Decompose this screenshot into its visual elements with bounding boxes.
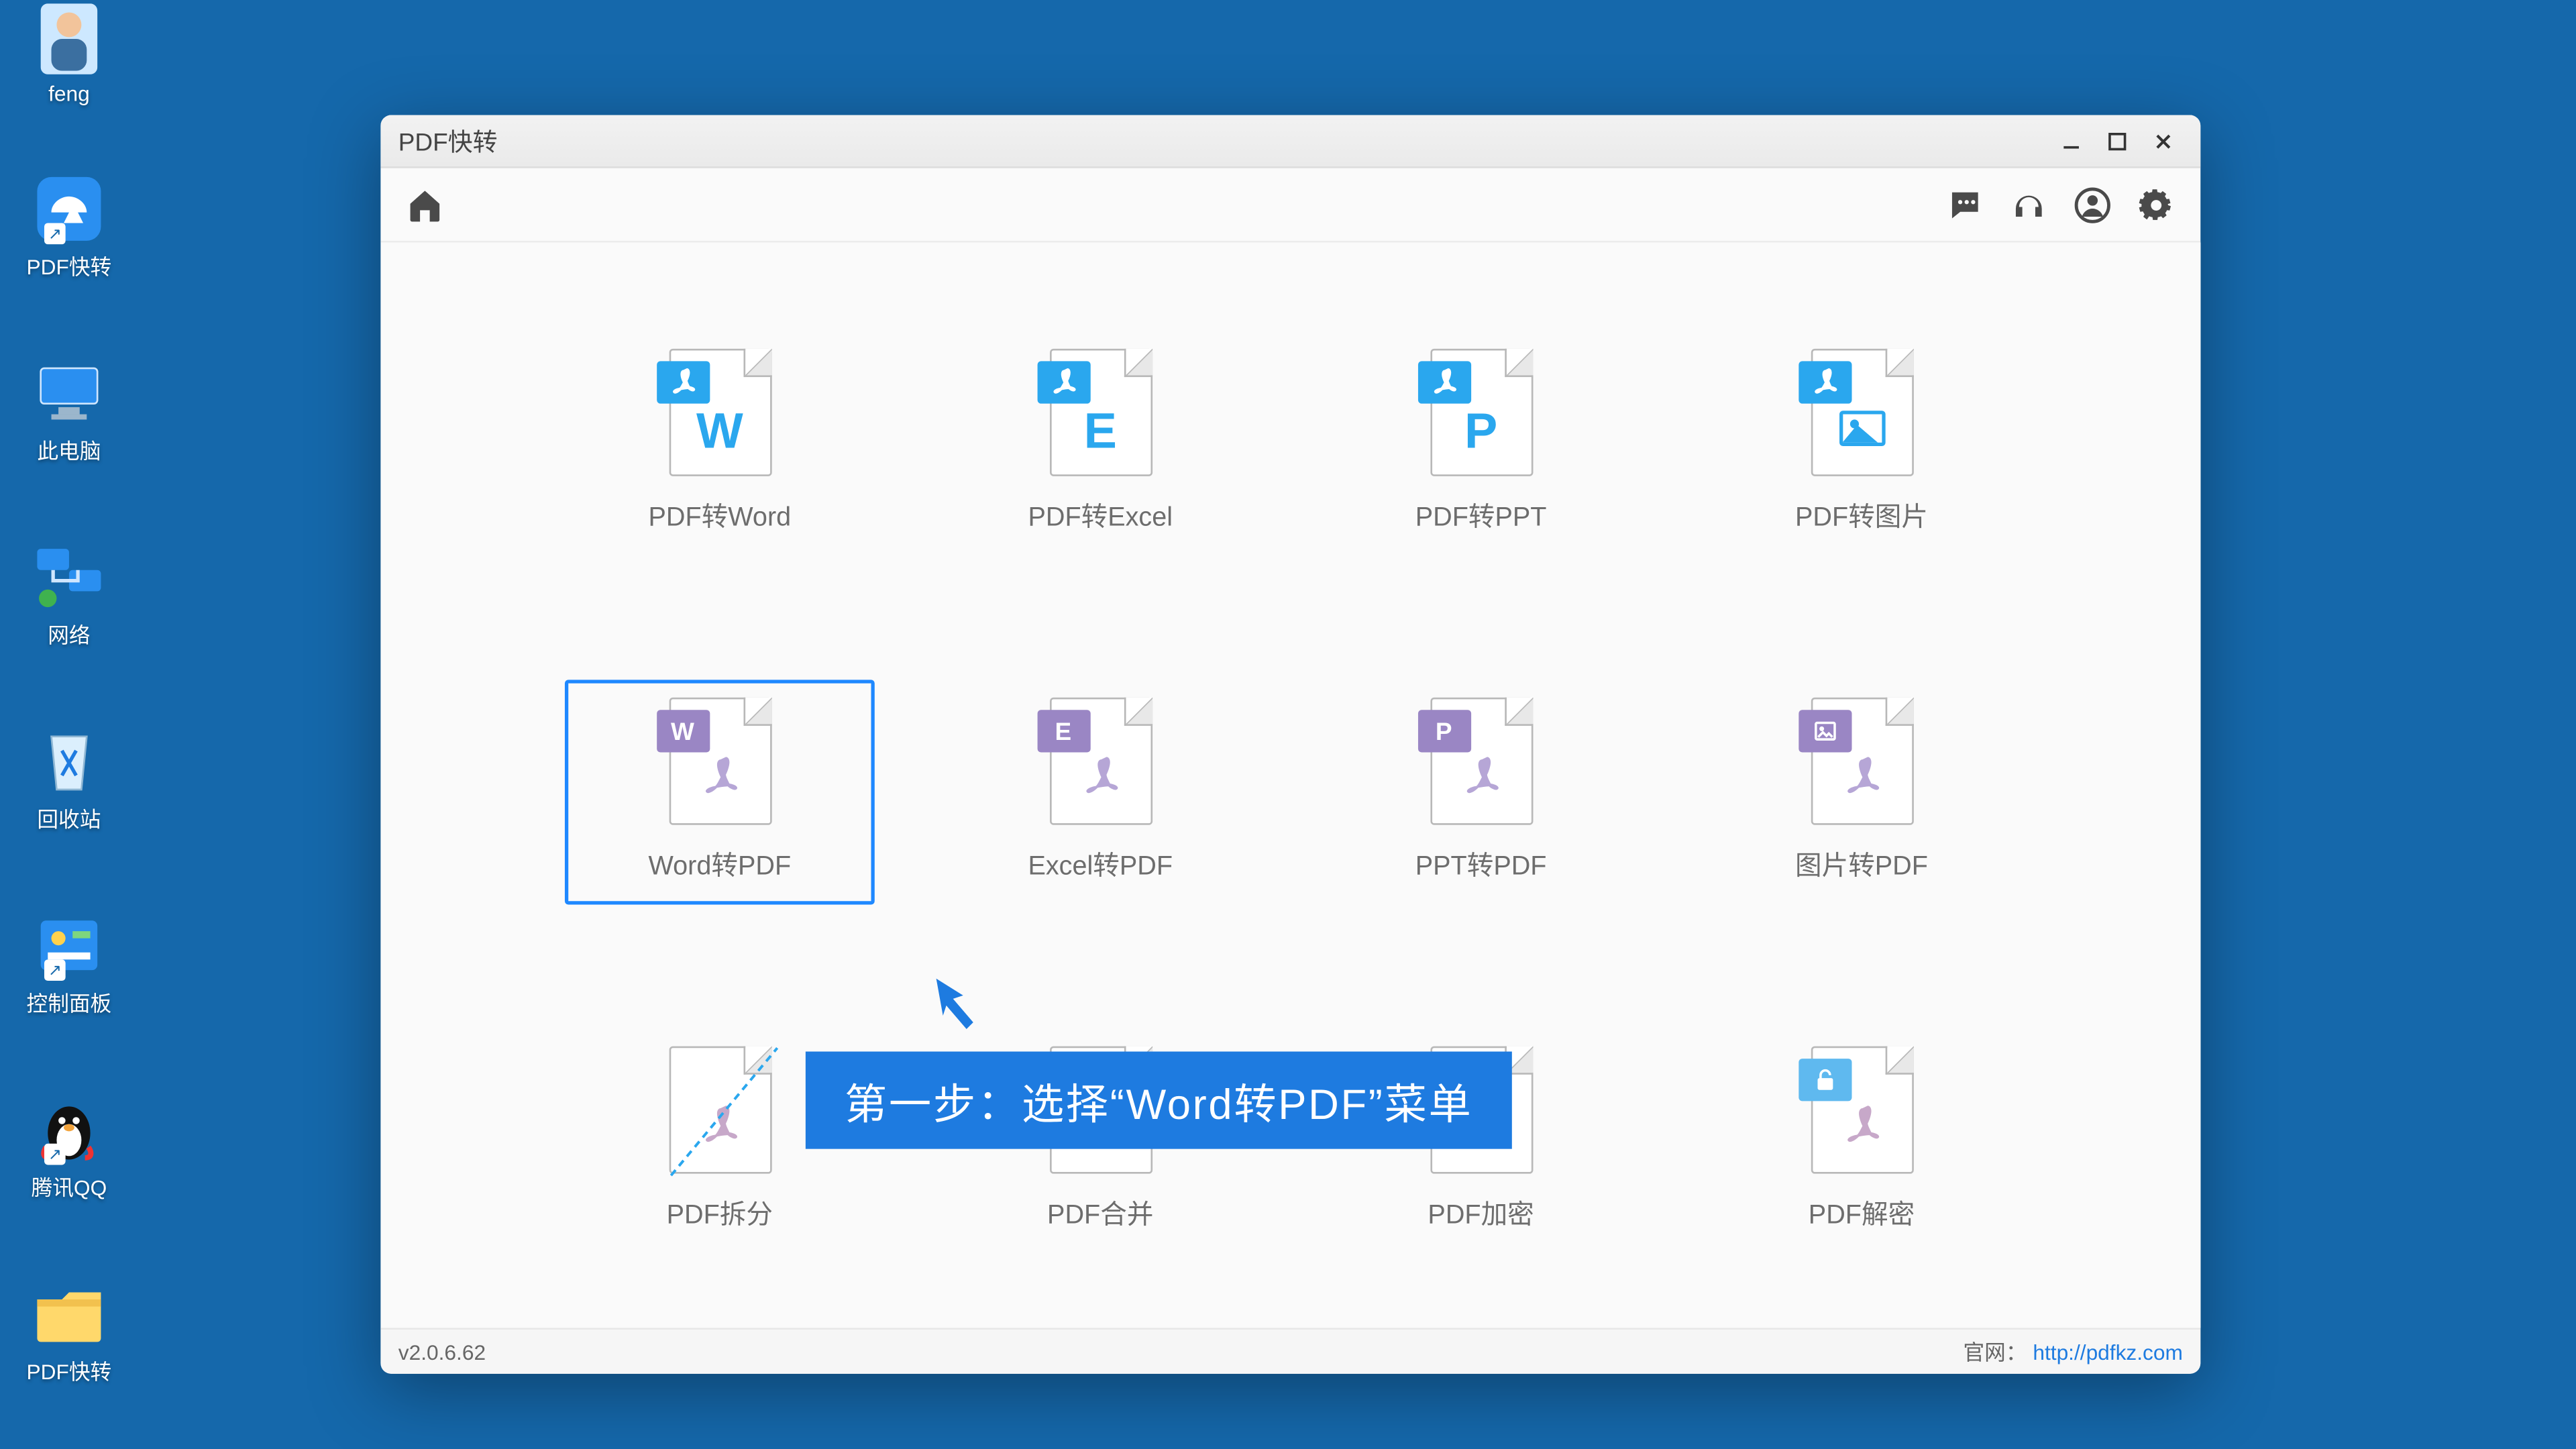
pdf-glyph-icon (698, 756, 741, 798)
file-icon (1810, 698, 1913, 825)
chat-icon[interactable] (1945, 185, 1984, 224)
tool-label: Excel转PDF (1028, 846, 1173, 883)
tool-label: PDF加密 (1428, 1195, 1534, 1232)
tool-pdf-decrypt[interactable]: PDF解密 (1707, 1028, 2017, 1253)
user-icon[interactable] (2073, 185, 2112, 224)
shortcut-badge-icon: ↗ (44, 959, 66, 981)
tool-pdf-split[interactable]: PDF拆分 (565, 1028, 875, 1253)
pdf-app-icon: ↗ (30, 174, 108, 245)
official-site: 官网： http://pdfkz.com (1963, 1336, 2182, 1366)
desktop-icon-label: PDF快转 (3, 252, 134, 282)
tool-label: PDF转PPT (1415, 498, 1547, 535)
tool-excel-to-pdf[interactable]: E Excel转PDF (945, 680, 1255, 904)
toolbar (380, 168, 2200, 243)
control-panel-icon: ↗ (30, 910, 108, 981)
pdf-tag-icon (1036, 361, 1089, 403)
file-icon (1810, 349, 1913, 476)
pdf-glyph-icon (1840, 756, 1882, 798)
tool-label: PDF转Word (648, 498, 791, 535)
desktop-icon-pdf-folder[interactable]: PDF快转 (3, 1278, 134, 1386)
letter-glyph: W (670, 404, 769, 460)
tool-pdf-to-word[interactable]: W PDF转Word (565, 331, 875, 555)
file-icon: E (1049, 349, 1152, 476)
network-icon (30, 542, 108, 613)
file-icon: P (1430, 698, 1532, 825)
desktop-icon-label: 网络 (3, 620, 134, 650)
tool-label: Word转PDF (648, 846, 791, 883)
desktop-icon-label: PDF快转 (3, 1356, 134, 1386)
pdf-glyph-icon (1840, 1105, 1882, 1147)
file-icon: ← (1049, 1046, 1152, 1174)
letter-glyph: P (1432, 404, 1531, 460)
pdf-tag-icon (656, 361, 709, 403)
pdf-glyph-icon (1079, 756, 1121, 798)
desktop-icon-pdf-app[interactable]: ↗ PDF快转 (3, 174, 134, 282)
statusbar: v2.0.6.62 官网： http://pdfkz.com (380, 1328, 2200, 1374)
file-icon: W (668, 698, 771, 825)
merge-arrow-icon: ← (1139, 1116, 1171, 1152)
file-icon: E (1049, 698, 1152, 825)
tool-pdf-to-image[interactable]: PDF转图片 (1707, 331, 2017, 555)
tool-pdf-merge[interactable]: ← PDF合并 (945, 1028, 1255, 1253)
desktop-icon-qq[interactable]: ↗ 腾讯QQ (3, 1094, 134, 1202)
qq-penguin-icon: ↗ (30, 1094, 108, 1165)
pdf-glyph-icon (1460, 756, 1502, 798)
tool-label: PPT转PDF (1415, 846, 1547, 883)
desktop-icon-label: 此电脑 (3, 435, 134, 466)
file-icon (1810, 1046, 1913, 1174)
desktop-icon-label: 回收站 (3, 804, 134, 834)
desktop-icon-recycle-bin[interactable]: 回收站 (3, 726, 134, 834)
desktop-icon-label: feng (3, 81, 134, 106)
version-label: v2.0.6.62 (398, 1339, 486, 1364)
tool-image-to-pdf[interactable]: 图片转PDF (1707, 680, 2017, 904)
maximize-button[interactable] (2094, 121, 2141, 160)
pdf-glyph-icon (698, 1105, 741, 1147)
tool-label: PDF拆分 (667, 1195, 773, 1232)
desktop-icon-label: 控制面板 (3, 988, 134, 1018)
desktop-icon-network[interactable]: 网络 (3, 542, 134, 650)
tool-label: PDF转Excel (1028, 498, 1173, 535)
desktop-icon-this-pc[interactable]: 此电脑 (3, 358, 134, 466)
window-title: PDF快转 (398, 123, 498, 158)
site-prefix: 官网： (1963, 1340, 2027, 1365)
home-icon[interactable] (405, 185, 444, 224)
pdf-glyph-icon (1079, 1105, 1121, 1147)
tool-pdf-to-ppt[interactable]: P PDF转PPT (1326, 331, 1636, 555)
tool-ppt-to-pdf[interactable]: P PPT转PDF (1326, 680, 1636, 904)
tool-label: 图片转PDF (1795, 846, 1928, 883)
tool-label: PDF转图片 (1795, 498, 1928, 535)
folder-icon (30, 1278, 108, 1349)
site-link[interactable]: http://pdfkz.com (2033, 1340, 2183, 1365)
tool-word-to-pdf[interactable]: W Word转PDF (565, 680, 875, 904)
recycle-bin-icon (30, 726, 108, 797)
headphones-icon[interactable] (2009, 185, 2048, 224)
pdf-glyph-icon (1460, 1105, 1502, 1147)
desktop-icon-control-panel[interactable]: ↗ 控制面板 (3, 910, 134, 1018)
gear-icon[interactable] (2137, 185, 2176, 224)
app-window: PDF快转 (380, 115, 2200, 1374)
user-avatar-icon (30, 3, 108, 74)
tool-pdf-encrypt[interactable]: PDF加密 (1326, 1028, 1636, 1253)
file-icon (668, 1046, 771, 1174)
titlebar[interactable]: PDF快转 (380, 115, 2200, 168)
this-pc-icon (30, 358, 108, 429)
tool-label: PDF解密 (1809, 1195, 1915, 1232)
tool-label: PDF合并 (1047, 1195, 1153, 1232)
shortcut-badge-icon: ↗ (44, 223, 66, 245)
pdf-tag-icon (1417, 361, 1470, 403)
tool-pdf-to-excel[interactable]: E PDF转Excel (945, 331, 1255, 555)
letter-glyph: E (1051, 404, 1150, 460)
minimize-button[interactable] (2048, 121, 2094, 160)
image-glyph-icon (1839, 411, 1885, 446)
desktop-icon-label: 腾讯QQ (3, 1172, 134, 1202)
file-icon: W (668, 349, 771, 476)
tool-grid: W PDF转Word E PDF转Excel P PDF转PPT PDF转图片 W Word转P… (565, 331, 2017, 1253)
content-area: W PDF转Word E PDF转Excel P PDF转PPT PDF转图片 W Word转P… (380, 243, 2200, 1328)
close-button[interactable] (2141, 121, 2187, 160)
file-icon (1430, 1046, 1532, 1174)
desktop-icon-user[interactable]: feng (3, 3, 134, 106)
desktop-root: feng ↗ PDF快转 此电脑 网络 回收站 ↗ 控制面板 (0, 0, 2576, 1448)
shortcut-badge-icon: ↗ (44, 1144, 66, 1165)
file-icon: P (1430, 349, 1532, 476)
